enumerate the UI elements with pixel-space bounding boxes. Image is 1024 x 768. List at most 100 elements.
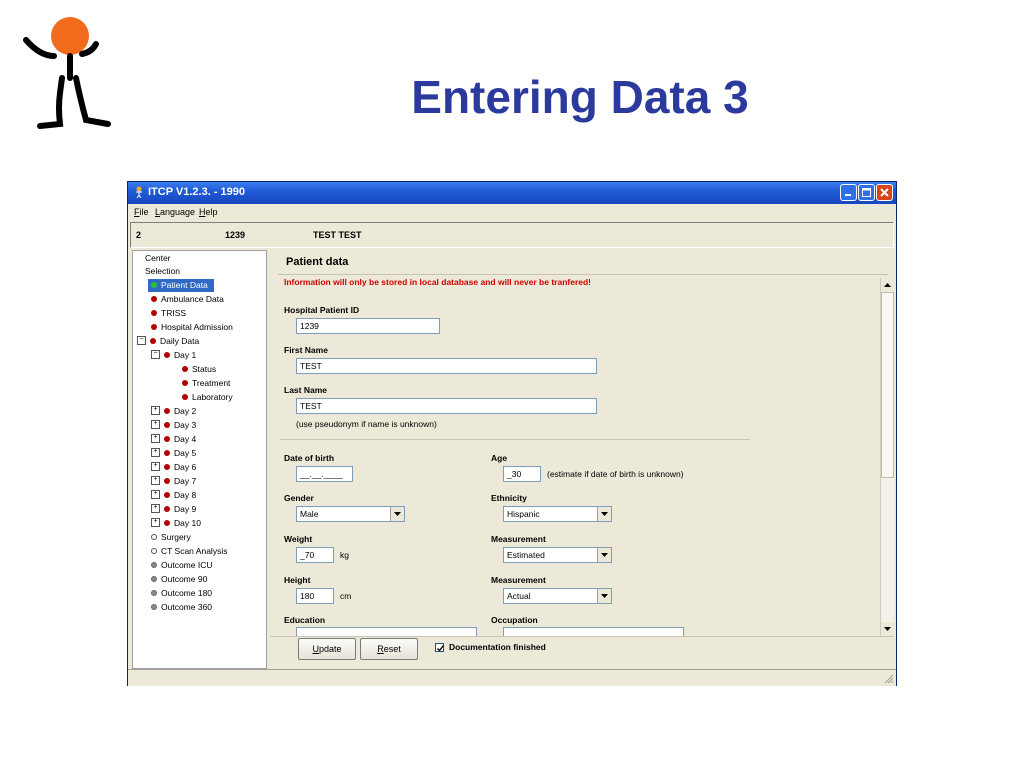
panel-title: Patient data [286,256,349,268]
arrow-up-icon [884,283,891,287]
age-field[interactable]: _30 [503,466,541,482]
status-dot-icon [151,533,157,540]
dob-label: Date of birth [284,453,335,463]
tree-item-day[interactable]: + Day 4 [151,433,196,446]
weight-field[interactable]: _70 [296,547,334,563]
status-dot-icon [150,337,156,344]
scroll-thumb[interactable] [881,292,894,478]
tree-item-hospital-admission[interactable]: Hospital Admission [151,321,233,334]
education-label: Education [284,615,326,625]
dropdown-arrow-icon[interactable] [597,589,611,603]
gender-select[interactable]: Male [296,506,405,522]
expand-icon[interactable]: + [151,448,160,458]
form-scrollbar[interactable] [880,278,894,636]
tree-item-ct-scan[interactable]: CT Scan Analysis [151,545,227,558]
tree-item-day[interactable]: + Day 6 [151,461,196,474]
tree-item-selection[interactable]: Selection [145,265,180,278]
info-record-number: 2 [136,230,142,240]
expand-icon[interactable]: + [151,434,160,444]
dropdown-arrow-icon[interactable] [597,507,611,521]
tree-item-day[interactable]: + Day 8 [151,489,196,502]
expand-icon[interactable]: + [151,476,160,486]
close-button[interactable] [876,184,893,201]
minimize-button[interactable] [840,184,857,201]
expand-icon[interactable]: + [151,504,160,514]
tree-item-treatment[interactable]: Treatment [182,377,230,390]
title-divider [278,274,888,275]
section-divider [280,439,750,440]
privacy-warning: Information will only be stored in local… [284,277,592,287]
documentation-finished-checkbox[interactable] [435,643,445,652]
dob-field[interactable]: __.__.____ [296,466,353,482]
collapse-icon[interactable]: − [137,336,146,346]
last-name-label: Last Name [284,385,327,395]
status-dot-icon [151,281,157,288]
tree-item-patient-data[interactable]: Patient Data [148,279,214,292]
expand-icon[interactable]: + [151,490,160,500]
slide-title: Entering Data 3 [411,71,749,123]
tree-item-day-1[interactable]: − Day 1 [151,349,196,362]
tree-item-laboratory[interactable]: Laboratory [182,391,233,404]
status-dot-icon [164,505,170,512]
status-dot-icon [151,589,157,596]
dropdown-arrow-icon[interactable] [390,507,404,521]
tree-item-outcome-180[interactable]: Outcome 180 [151,587,212,600]
tree-item-daily-data[interactable]: − Daily Data [137,335,199,348]
expand-icon[interactable]: + [151,420,160,430]
collapse-icon[interactable]: − [151,350,160,360]
tree-item-day[interactable]: + Day 3 [151,419,196,432]
tree-item-outcome-90[interactable]: Outcome 90 [151,573,207,586]
expand-icon[interactable]: + [151,406,160,416]
age-hint: (estimate if date of birth is unknown) [547,469,684,479]
maximize-button[interactable] [858,184,875,201]
tree-item-ambulance-data[interactable]: Ambulance Data [151,293,224,306]
education-select[interactable] [296,627,477,636]
window-title: ITCP V1.2.3. - 1990 [148,186,246,198]
weight-measurement-select[interactable]: Estimated [503,547,612,563]
status-dot-icon [164,435,170,442]
tree-item-day[interactable]: + Day 9 [151,503,196,516]
checkmark-icon [437,645,445,652]
dropdown-arrow-icon[interactable] [597,548,611,562]
status-dot-icon [182,393,188,400]
tree-item-day[interactable]: + Day 5 [151,447,196,460]
ethnicity-select[interactable]: Hispanic [503,506,612,522]
scroll-up-button[interactable] [881,278,894,292]
tree-item-triss[interactable]: TRISS [151,307,186,320]
expand-icon[interactable]: + [151,518,160,528]
tree-item-day[interactable]: + Day 7 [151,475,196,488]
tree-item-surgery[interactable]: Surgery [151,531,191,544]
arrow-down-icon [884,627,891,631]
menu-language[interactable]: Language [155,207,195,217]
tree-item-outcome-icu[interactable]: Outcome ICU [151,559,213,572]
tree-item-day[interactable]: + Day 10 [151,517,201,530]
height-unit: cm [340,591,352,601]
tree-item-status[interactable]: Status [182,363,216,376]
resize-grip-icon[interactable] [884,674,894,684]
tree-item-outcome-360[interactable]: Outcome 360 [151,601,212,614]
status-bar [128,669,896,686]
info-patient-id: 1239 [225,230,246,240]
first-name-field[interactable]: TEST [296,358,597,374]
status-dot-icon [151,547,157,554]
menu-file[interactable]: File [134,207,149,217]
status-dot-icon [151,295,157,302]
title-bar[interactable]: ITCP V1.2.3. - 1990 [128,182,896,204]
hospital-id-label: Hospital Patient ID [284,305,360,315]
height-field[interactable]: 180 [296,588,334,604]
height-label: Height [284,575,311,585]
occupation-select[interactable] [503,627,684,636]
close-icon [880,188,889,197]
tree-item-day[interactable]: + Day 2 [151,405,196,418]
update-button[interactable]: Update [298,638,356,660]
status-dot-icon [164,421,170,428]
expand-icon[interactable]: + [151,462,160,472]
height-measurement-select[interactable]: Actual [503,588,612,604]
menu-help[interactable]: Help [199,207,218,217]
last-name-field[interactable]: TEST [296,398,597,414]
reset-button[interactable]: Reset [360,638,418,660]
scroll-down-button[interactable] [881,622,894,636]
weight-unit: kg [340,550,349,560]
hospital-id-field[interactable]: 1239 [296,318,440,334]
tree-item-center[interactable]: Center [145,252,171,265]
